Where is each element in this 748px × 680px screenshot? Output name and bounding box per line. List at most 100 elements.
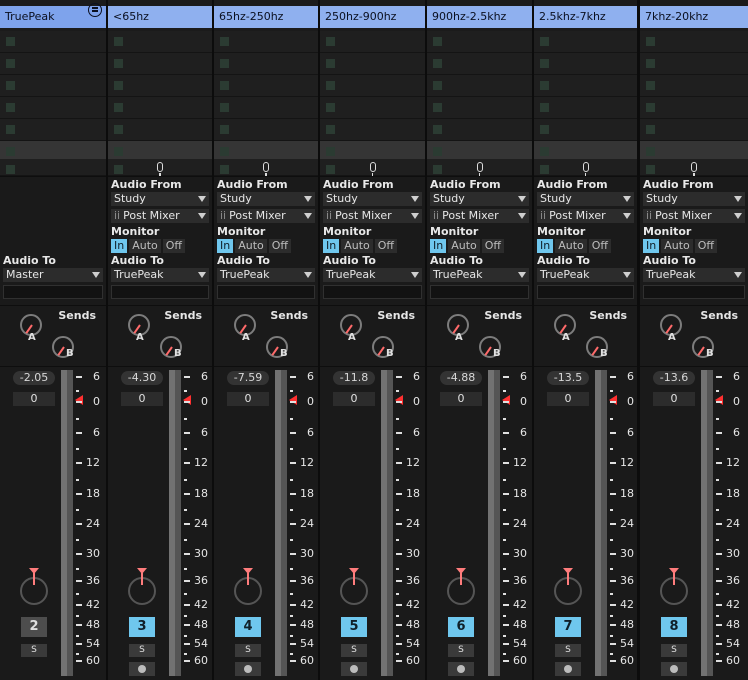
audio-to-dropdown[interactable]: TruePeak: [111, 268, 209, 282]
clip-slot[interactable]: [320, 31, 425, 53]
clip-stop-button[interactable]: [220, 125, 229, 134]
volume-fader[interactable]: [703, 369, 712, 675]
solo-button[interactable]: S: [555, 644, 581, 657]
post-mixer-dropdown[interactable]: ii Post Mixer: [537, 209, 634, 223]
clip-slot[interactable]: [214, 31, 318, 53]
peak-level-display[interactable]: -4.30: [121, 371, 163, 385]
monitor-auto-button[interactable]: Auto: [129, 239, 161, 253]
arm-button[interactable]: [661, 662, 687, 676]
peak-level-display[interactable]: -7.59: [227, 371, 269, 385]
pan-knob[interactable]: [340, 568, 368, 605]
audio-to-dropdown[interactable]: TruePeak: [537, 268, 634, 282]
clip-stop-button[interactable]: [6, 165, 15, 174]
clip-stop-button[interactable]: [114, 81, 123, 90]
output-channel-box[interactable]: [430, 285, 529, 299]
clip-stop-button[interactable]: [433, 81, 442, 90]
monitor-in-button[interactable]: In: [111, 239, 128, 253]
volume-field[interactable]: 0: [440, 392, 482, 406]
volume-marker[interactable]: [183, 395, 191, 405]
monitor-auto-button[interactable]: Auto: [341, 239, 373, 253]
clip-stop-button[interactable]: [114, 165, 123, 174]
clip-stop-button[interactable]: [646, 165, 655, 174]
volume-fader[interactable]: [490, 369, 499, 675]
clip-stop-button[interactable]: [646, 37, 655, 46]
clip-slot[interactable]: [108, 97, 212, 119]
record-slot[interactable]: [0, 159, 106, 176]
audio-from-dropdown[interactable]: Study: [537, 192, 634, 206]
clip-slot[interactable]: [320, 97, 425, 119]
monitor-in-button[interactable]: In: [430, 239, 447, 253]
pan-knob[interactable]: [20, 568, 48, 605]
audio-from-dropdown[interactable]: Study: [430, 192, 529, 206]
record-slot[interactable]: [640, 159, 748, 177]
clip-stop-button[interactable]: [6, 103, 15, 112]
track-activator-button[interactable]: 8: [661, 617, 687, 637]
peak-level-display[interactable]: -13.6: [653, 371, 695, 385]
clip-stop-button[interactable]: [326, 37, 335, 46]
clip-slot[interactable]: [427, 31, 532, 53]
arm-button[interactable]: [129, 662, 155, 676]
clip-stop-button[interactable]: [6, 125, 15, 134]
monitor-off-button[interactable]: Off: [268, 239, 292, 253]
record-slot[interactable]: [320, 159, 425, 177]
output-channel-box[interactable]: [537, 285, 634, 299]
track-header[interactable]: 900hz-2.5khz: [427, 6, 532, 28]
clip-stop-button[interactable]: [433, 37, 442, 46]
clip-stop-button[interactable]: [114, 147, 123, 156]
clip-stop-button[interactable]: [326, 103, 335, 112]
audio-to-dropdown[interactable]: TruePeak: [643, 268, 745, 282]
clip-slot[interactable]: [214, 119, 318, 141]
solo-button[interactable]: S: [448, 644, 474, 657]
microphone-icon[interactable]: [263, 162, 269, 177]
output-channel-box[interactable]: [643, 285, 745, 299]
clip-slot[interactable]: [0, 75, 106, 97]
solo-button[interactable]: S: [21, 644, 47, 657]
microphone-icon[interactable]: [582, 162, 589, 177]
volume-marker[interactable]: [715, 395, 723, 405]
arm-button[interactable]: [341, 662, 367, 676]
volume-field[interactable]: 0: [227, 392, 269, 406]
clip-stop-button[interactable]: [6, 81, 15, 90]
clip-slot[interactable]: [214, 75, 318, 97]
record-slot[interactable]: [534, 159, 637, 177]
clip-stop-button[interactable]: [433, 147, 442, 156]
pan-knob[interactable]: [447, 568, 475, 605]
track-activator-button[interactable]: 5: [341, 617, 367, 637]
volume-fader[interactable]: [383, 369, 392, 675]
audio-from-dropdown[interactable]: Study: [111, 192, 209, 206]
clip-slot[interactable]: [0, 97, 106, 119]
volume-field[interactable]: 0: [653, 392, 695, 406]
volume-fader[interactable]: [171, 369, 180, 675]
clip-stop-button[interactable]: [433, 165, 442, 174]
solo-button[interactable]: S: [235, 644, 261, 657]
clip-stop-button[interactable]: [6, 59, 15, 68]
monitor-auto-button[interactable]: Auto: [235, 239, 267, 253]
clip-stop-button[interactable]: [6, 147, 15, 156]
track-activator-button[interactable]: 7: [555, 617, 581, 637]
clip-slot[interactable]: [534, 31, 637, 53]
clip-stop-button[interactable]: [114, 103, 123, 112]
volume-marker[interactable]: [502, 395, 510, 405]
record-slot[interactable]: [214, 159, 318, 177]
volume-marker[interactable]: [395, 395, 403, 405]
monitor-off-button[interactable]: Off: [694, 239, 718, 253]
clip-slot[interactable]: [534, 97, 637, 119]
arm-button[interactable]: [555, 662, 581, 676]
clip-slot[interactable]: [427, 97, 532, 119]
peak-level-display[interactable]: -11.8: [333, 371, 375, 385]
solo-button[interactable]: S: [661, 644, 687, 657]
monitor-in-button[interactable]: In: [643, 239, 660, 253]
clip-stop-button[interactable]: [220, 103, 229, 112]
clip-stop-button[interactable]: [220, 59, 229, 68]
record-slot[interactable]: [427, 159, 532, 177]
clip-slot[interactable]: [0, 119, 106, 141]
clip-slot[interactable]: [320, 119, 425, 141]
clip-stop-button[interactable]: [646, 81, 655, 90]
volume-field[interactable]: 0: [333, 392, 375, 406]
volume-marker[interactable]: [75, 395, 83, 405]
clip-stop-button[interactable]: [540, 103, 549, 112]
monitor-in-button[interactable]: In: [323, 239, 340, 253]
volume-field[interactable]: 0: [121, 392, 163, 406]
pan-knob[interactable]: [660, 568, 688, 605]
clip-stop-button[interactable]: [646, 59, 655, 68]
